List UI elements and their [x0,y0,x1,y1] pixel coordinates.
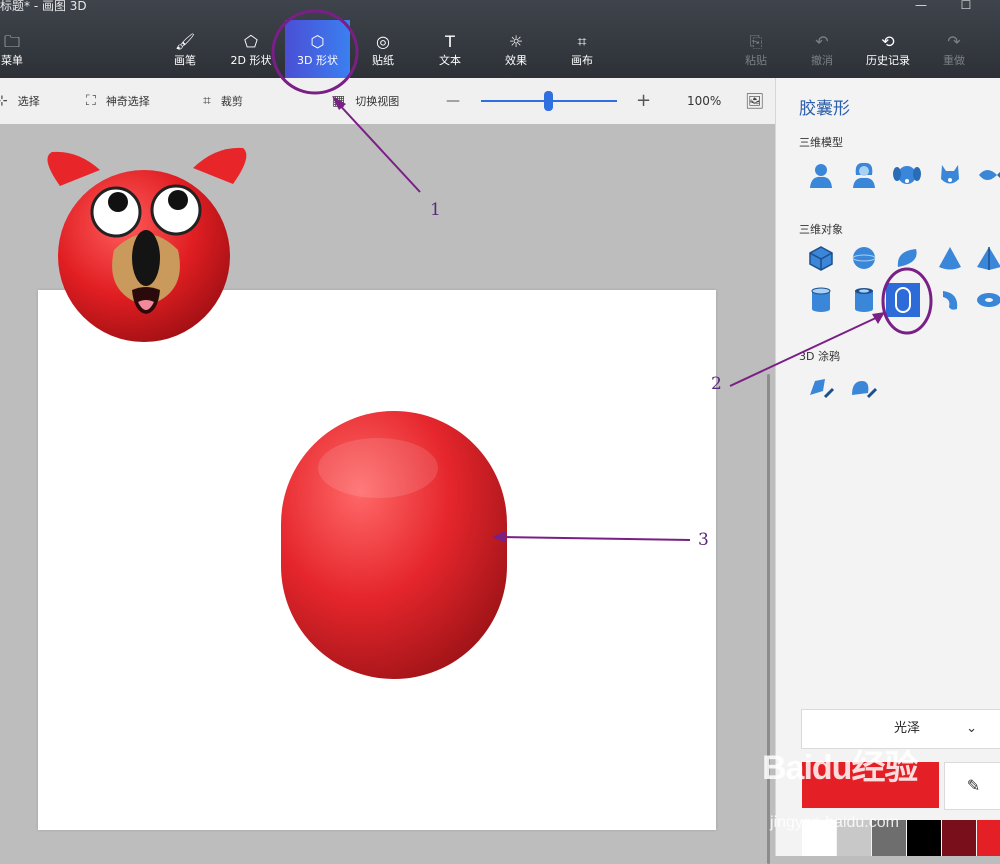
tool-undo-label: 撤消 [811,54,833,67]
undo-icon: ↶ [815,32,829,51]
tool-canvas-label: 画布 [571,54,593,67]
torus-icon[interactable] [972,283,1000,317]
paste-icon: ⎘ [749,32,763,51]
annotation-label-3: 3 [698,530,709,550]
canvas-icon: ⌗ [577,32,587,51]
canvas-workspace[interactable]: 1 2 3 [0,9,933,864]
bear-3d-model[interactable] [38,138,254,343]
top-toolbar: 无标题* - 画图 3D — ☐ 🗀 菜单 🖌 画笔 ⬠ 2D 形状 ⬡ 3D … [0,0,1000,78]
tool-redo[interactable]: ↷ 重做 [932,30,976,74]
history-icon: ⟲ [881,32,895,51]
tool-canvas[interactable]: ⌗ 画布 [560,30,604,74]
tool-redo-label: 重做 [943,54,965,67]
crop-button[interactable]: ⌗ 裁剪 [203,78,243,124]
tool-effects-label: 效果 [505,54,527,67]
annotation-arrow-1 [271,9,421,193]
dog-model-icon[interactable] [890,158,924,192]
magic-select-button[interactable]: ⛶ 神奇选择 [86,78,150,124]
select-label: 选择 [17,95,40,108]
tool-menu[interactable]: 🗀 菜单 [0,30,26,74]
crop-icon: ⌗ [203,93,211,109]
tool-effects[interactable]: ☼ 效果 [494,30,538,74]
redo-icon: ↷ [947,32,961,51]
palette-color-black[interactable] [907,820,941,856]
chevron-down-icon: ⌄ [966,721,977,736]
baidu-watermark-url: jingyan.baidu.com [770,814,899,831]
vertical-scrollbar[interactable] [767,374,770,864]
tool-paste-label: 粘贴 [745,54,767,67]
tool-paste[interactable]: ⎘ 粘贴 [734,30,778,74]
annotation-label-2: 2 [711,374,722,394]
fish-model-icon[interactable] [972,158,1000,192]
zoom-slider-thumb[interactable] [544,91,553,111]
effects-icon: ☼ [508,32,524,51]
tool-brushes[interactable]: 🖌 画笔 [162,30,208,74]
crop-label: 裁剪 [220,95,243,108]
tool-history-label: 历史记录 [866,54,910,67]
annotation-label-1: 1 [430,200,441,220]
annotation-arrow-3 [492,531,691,543]
window-title: 无标题* - 画图 3D [0,0,87,13]
baidu-watermark: Baidu经验 [762,749,918,787]
zoom-value: 100% [687,94,722,108]
section-3d-models: 三维模型 [799,136,843,149]
tool-brushes-label: 画笔 [174,54,196,67]
tool-undo[interactable]: ↶ 撤消 [800,30,844,74]
brush-icon: 🖌 [174,32,196,51]
maximize-button[interactable]: ☐ [959,0,973,12]
pyramid-icon[interactable] [972,241,1000,275]
minimize-button[interactable]: — [914,0,928,12]
woman-model-icon[interactable] [847,158,881,192]
select-icon: ⊹ [0,93,8,109]
magic-select-icon: ⛶ [86,93,96,109]
panel-title: 胶囊形 [799,99,850,119]
zoom-in-button[interactable]: + [636,78,651,124]
material-value: 光泽 [893,721,920,736]
eyedropper-icon[interactable]: ✎ [944,762,1000,810]
section-3d-objects: 三维对象 [799,223,843,236]
palette-color-red[interactable] [977,820,1000,856]
folder-icon: 🗀 [3,32,20,51]
palette-color-maroon[interactable] [942,820,976,856]
magic-select-label: 神奇选择 [105,95,150,108]
capsule-3d-object[interactable] [278,408,510,682]
annotation-arrow-2 [729,267,933,387]
man-model-icon[interactable] [804,158,838,192]
tool-menu-label: 菜单 [1,54,23,67]
select-button[interactable]: ⊹ 选择 [0,78,40,124]
image-icon[interactable]: 🖼 [745,78,764,124]
cat-model-icon[interactable] [933,158,967,192]
tool-history[interactable]: ⟲ 历史记录 [860,30,916,74]
